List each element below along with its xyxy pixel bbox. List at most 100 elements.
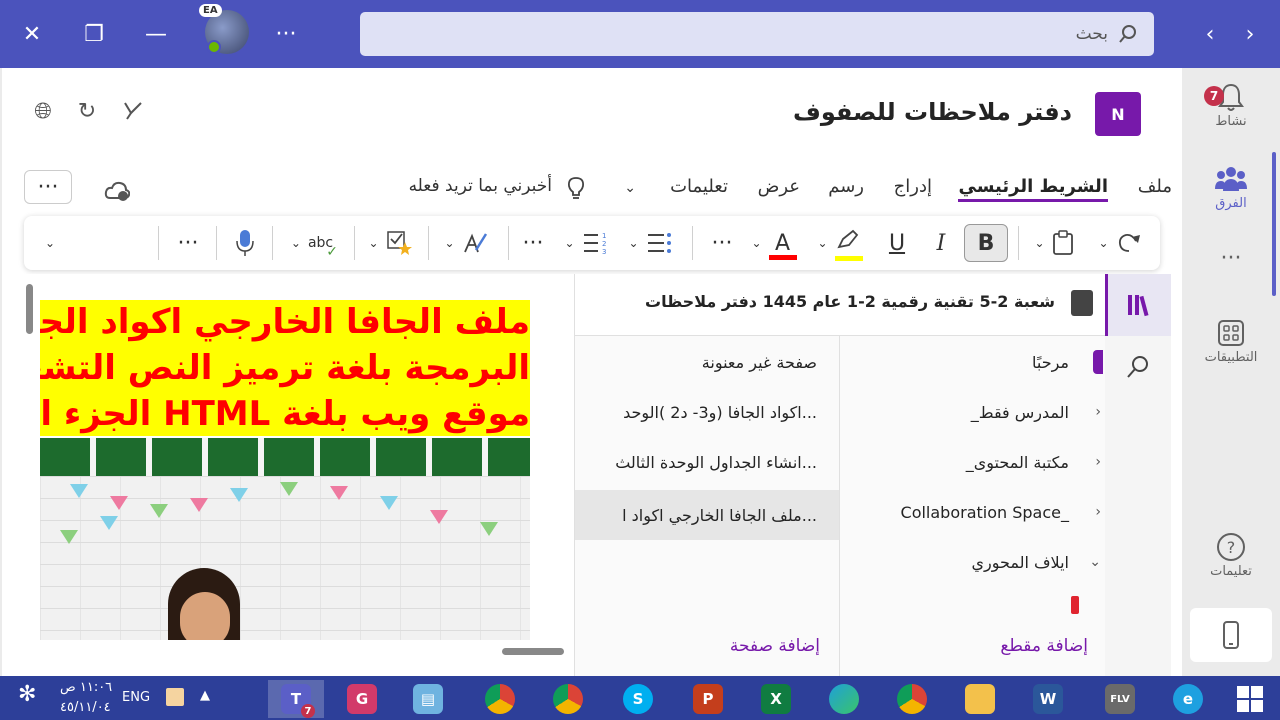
menu-more-button[interactable]: ··· xyxy=(24,170,72,204)
tab-view[interactable]: عرض xyxy=(758,176,800,197)
chevron-right-icon[interactable]: › xyxy=(1095,504,1101,520)
taskbar-chrome-2[interactable] xyxy=(540,680,596,718)
title-line-3: موقع ويب بلغة HTML الجزء الثاني xyxy=(40,394,530,434)
show-hidden-icons-icon[interactable]: ▲ xyxy=(200,688,210,703)
page-item[interactable]: انشاء الجداول الوحدة الثالث... xyxy=(575,440,839,484)
tab-file[interactable]: ملف xyxy=(1138,176,1172,197)
numbered-list-button[interactable]: ⌄ 123 xyxy=(558,224,614,262)
navigation-toolbar xyxy=(1105,274,1171,676)
add-section-button[interactable]: إضافة مقطع xyxy=(1000,636,1088,656)
tag-todo-button[interactable]: ⌄ xyxy=(362,224,418,262)
taskbar-internet-explorer[interactable]: e xyxy=(1160,680,1216,718)
back-icon[interactable]: ‹ xyxy=(1190,14,1230,54)
toolbar-collapse-chevron-icon[interactable]: ⌄ xyxy=(38,224,62,262)
taskbar-flv-player[interactable]: FLV xyxy=(1092,680,1148,718)
rail-item-apps[interactable]: التطبيقات xyxy=(1182,316,1280,365)
minimize-icon[interactable]: — xyxy=(136,14,176,54)
forward-icon[interactable]: › xyxy=(1230,14,1270,54)
section-group-item[interactable]: _المدرس فقط › xyxy=(839,390,1105,434)
taskbar-powerpoint[interactable]: P xyxy=(680,680,736,718)
avatar-initials: EA xyxy=(199,4,222,17)
section-group-item[interactable]: ايلاف المحوري ⌄ xyxy=(839,540,1105,584)
paragraph-more-button[interactable]: ··· xyxy=(518,224,548,262)
language-indicator[interactable]: ENG xyxy=(122,690,150,705)
refresh-icon[interactable]: ↻ xyxy=(72,96,102,126)
page-item-selected[interactable]: ملف الجافا الخارجي اكواد ا... xyxy=(575,490,839,540)
rail-item-teams[interactable]: الفرق xyxy=(1182,162,1280,211)
tab-draw[interactable]: رسم xyxy=(828,176,864,197)
taskbar-word[interactable]: W xyxy=(1020,680,1076,718)
bunting-flag xyxy=(60,530,78,544)
taskbar-pdf-app[interactable]: G xyxy=(334,680,390,718)
search-input[interactable]: بحث xyxy=(360,12,1154,56)
clock-date[interactable]: ٤٥/١١/٠٤ xyxy=(60,700,111,715)
section-group-item[interactable]: Collaboration Space_ › xyxy=(839,490,1105,534)
close-icon[interactable]: ✕ xyxy=(12,14,52,54)
bold-button[interactable]: B xyxy=(964,224,1008,262)
taskbar-skype[interactable]: S xyxy=(610,680,666,718)
clock-time[interactable]: ١١:٠٦ ص xyxy=(60,680,112,695)
rail-item-activity[interactable]: 7 نشاط xyxy=(1182,80,1280,129)
tray-app-icon[interactable] xyxy=(166,688,184,706)
notification-center-icon[interactable]: ✻ xyxy=(18,682,36,707)
taskbar-file-explorer[interactable] xyxy=(952,680,1008,718)
page-item[interactable]: صفحة غير معنونة xyxy=(575,340,839,384)
italic-button[interactable]: I xyxy=(926,224,956,262)
paste-button[interactable]: ⌄ xyxy=(1026,224,1082,262)
rail-item-help[interactable]: ? تعليمات xyxy=(1182,530,1280,579)
add-page-button[interactable]: إضافة صفحة xyxy=(730,636,820,656)
notebook-name: شعبة 2-5 تقنية رقمية 2-1 عام 1445 دفتر م… xyxy=(645,292,1055,311)
section-label: Collaboration Space_ xyxy=(900,502,1069,522)
section-label: _مكتبة المحتوى xyxy=(965,452,1069,472)
page-item[interactable]: اكواد الجافا (و3- د2 )الوحد... xyxy=(575,390,839,434)
svg-text:3: 3 xyxy=(602,248,606,255)
svg-text:2: 2 xyxy=(602,240,606,248)
tab-home[interactable]: الشريط الرئيسي xyxy=(958,176,1108,202)
tab-help[interactable]: تعليمات xyxy=(670,176,728,197)
taskbar-chrome-1[interactable] xyxy=(472,680,528,718)
toolbar-more-button[interactable]: ··· xyxy=(170,224,206,262)
taskbar-teams[interactable]: T7 xyxy=(268,680,324,718)
styles-button[interactable]: ⌄ xyxy=(436,224,496,262)
mobile-device-button[interactable] xyxy=(1190,608,1272,662)
spelling-button[interactable]: ⌄ abc ✓ xyxy=(282,224,342,262)
highlight-button[interactable]: ⌄ xyxy=(812,224,868,262)
font-more-button[interactable]: ··· xyxy=(704,224,740,262)
vertical-scrollbar[interactable] xyxy=(26,284,33,334)
tab-insert[interactable]: إدراج xyxy=(894,176,932,197)
tell-me-search[interactable]: أخبرني بما تريد فعله xyxy=(409,176,552,196)
taskbar-chrome-3[interactable] xyxy=(884,680,940,718)
globe-icon[interactable]: 🌐︎ xyxy=(28,96,58,126)
taskbar-edge[interactable] xyxy=(816,680,872,718)
horizontal-scrollbar[interactable] xyxy=(502,648,564,655)
restore-icon[interactable]: ❐ xyxy=(74,14,114,54)
undo-button[interactable]: ⌄ xyxy=(1090,224,1150,262)
underline-button[interactable]: U xyxy=(882,224,912,262)
taskbar-notebook-app[interactable]: ▤ xyxy=(400,680,456,718)
bullet-list-button[interactable]: ⌄ xyxy=(622,224,678,262)
notebook-header[interactable]: شعبة 2-5 تقنية رقمية 2-1 عام 1445 دفتر م… xyxy=(575,274,1105,336)
chevron-down-icon[interactable]: ⌄ xyxy=(624,180,636,196)
bullet-list-icon xyxy=(647,233,671,253)
taskbar-excel[interactable]: X xyxy=(748,680,804,718)
search-notebook-icon[interactable] xyxy=(1123,352,1153,382)
chevron-right-icon[interactable]: › xyxy=(1095,404,1101,420)
immersive-reader-icon[interactable] xyxy=(118,96,148,126)
bunting-flag xyxy=(150,504,168,518)
font-color-swatch xyxy=(768,254,797,260)
clipboard-icon xyxy=(1052,230,1073,255)
page-content: ملف الجافا الخارجي اكواد الجافا ( البرمج… xyxy=(40,300,530,640)
windows-start-icon[interactable] xyxy=(1222,680,1278,718)
font-color-button[interactable]: ⌄ A xyxy=(748,224,800,262)
chevron-down-icon[interactable]: ⌄ xyxy=(1089,554,1101,570)
ribbon-toolbar: ⌄ ··· ⌄ abc ✓ ⌄ ⌄ ··· ⌄ 123 ⌄ ··· ⌄ A ⌄ … xyxy=(24,216,1160,270)
dictate-microphone-icon[interactable] xyxy=(230,224,260,262)
rail-more-icon[interactable]: ··· xyxy=(1182,246,1280,271)
section-group-item[interactable]: _مكتبة المحتوى › xyxy=(839,440,1105,484)
more-options-icon[interactable]: ··· xyxy=(266,14,306,54)
chevron-right-icon[interactable]: › xyxy=(1095,454,1101,470)
notebooks-library-icon[interactable] xyxy=(1105,274,1171,336)
avatar[interactable]: EA xyxy=(199,4,253,58)
section-item[interactable]: مرحبًا xyxy=(839,340,1105,384)
page-canvas[interactable]: ملف الجافا الخارجي اكواد الجافا ( البرمج… xyxy=(2,274,574,676)
